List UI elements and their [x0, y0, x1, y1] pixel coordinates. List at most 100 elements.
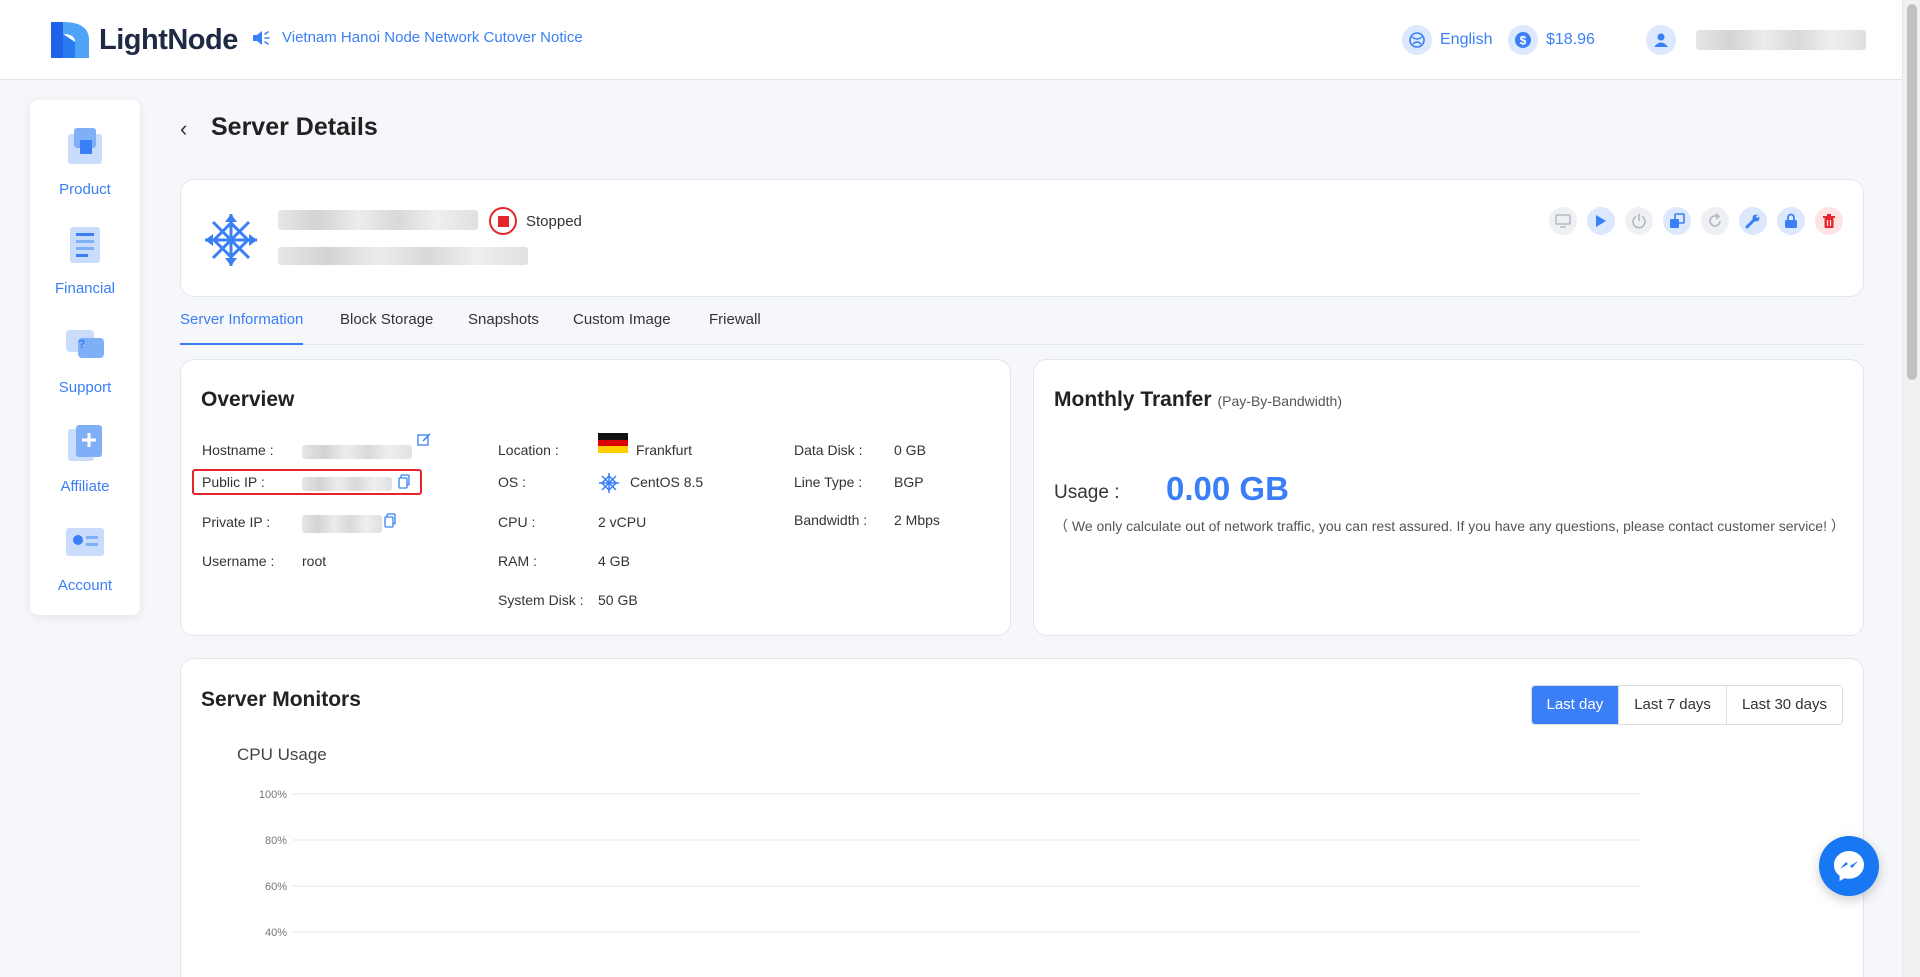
reboot-button[interactable]	[1701, 207, 1729, 235]
line-type-label: Line Type :	[794, 474, 863, 490]
sidebar-item-financial[interactable]: Financial	[30, 219, 140, 309]
system-disk-value: 50 GB	[598, 592, 638, 608]
line-type-value: BGP	[894, 474, 924, 490]
sidebar-item-label: Account	[57, 577, 113, 594]
usage-label: Usage :	[1054, 482, 1120, 503]
logo[interactable]: LightNode	[49, 20, 238, 60]
start-button[interactable]	[1587, 207, 1615, 235]
germany-flag-icon	[598, 433, 628, 453]
brand-name: LightNode	[99, 23, 238, 56]
range-last-7-days-button[interactable]: Last 7 days	[1618, 686, 1726, 724]
copy-icon[interactable]	[384, 513, 396, 528]
data-disk-label: Data Disk :	[794, 442, 863, 458]
shutdown-button[interactable]	[1625, 207, 1653, 235]
svg-text:?: ?	[78, 337, 85, 351]
page-scrollbar[interactable]	[1902, 0, 1920, 977]
edit-icon[interactable]	[417, 433, 431, 447]
top-bar: LightNode Vietnam Hanoi Node Network Cut…	[0, 0, 1902, 80]
balance-value: $18.96	[1546, 31, 1595, 48]
network-notice-link[interactable]: Vietnam Hanoi Node Network Cutover Notic…	[252, 29, 583, 46]
server-actions	[1539, 207, 1843, 235]
back-arrow-icon[interactable]: ‹	[180, 116, 187, 142]
username-redacted	[1696, 30, 1866, 50]
tab-firewall[interactable]: Friewall	[709, 309, 761, 345]
monthly-subtitle: (Pay-By-Bandwidth)	[1217, 393, 1343, 409]
language-label: English	[1440, 31, 1493, 48]
y-tick-label: 20%	[265, 973, 287, 974]
username-row: Username :	[202, 553, 274, 569]
messenger-chat-button[interactable]	[1819, 836, 1879, 896]
public-ip-redacted	[302, 477, 392, 491]
os-label: OS :	[498, 474, 527, 490]
sidebar-item-affiliate[interactable]: Affiliate	[30, 417, 140, 507]
stopped-icon	[489, 207, 517, 235]
y-tick-label: 80%	[265, 835, 287, 847]
monthly-transfer-card: Monthly Tranfer (Pay-By-Bandwidth) Usage …	[1033, 359, 1864, 636]
tab-block-storage[interactable]: Block Storage	[340, 309, 433, 345]
wrench-icon	[1745, 214, 1760, 229]
time-range-selector: Last day Last 7 days Last 30 days	[1530, 685, 1843, 725]
power-icon	[1632, 214, 1646, 229]
server-summary-card: Stopped	[180, 179, 1864, 297]
tab-server-information[interactable]: Server Information	[180, 309, 304, 345]
tab-snapshots[interactable]: Snapshots	[468, 309, 539, 345]
dollar-icon: $	[1508, 25, 1538, 55]
language-selector[interactable]: English	[1402, 24, 1492, 56]
usage-note: （ We only calculate out of network traff…	[1054, 518, 1845, 534]
ram-label: RAM :	[498, 553, 537, 569]
copy-icon[interactable]	[398, 474, 410, 489]
hostname-label: Hostname :	[202, 442, 274, 458]
financial-icon	[70, 227, 100, 263]
y-tick-label: 60%	[265, 881, 287, 893]
console-button[interactable]	[1549, 207, 1577, 235]
play-icon	[1596, 215, 1606, 227]
bandwidth-label: Bandwidth :	[794, 512, 868, 528]
support-icon: ?	[66, 330, 104, 358]
sidebar-item-label: Financial	[54, 280, 116, 297]
bandwidth-value: 2 Mbps	[894, 512, 940, 528]
status-label: Stopped	[526, 212, 582, 230]
megaphone-icon	[253, 30, 270, 45]
scrollbar-thumb[interactable]	[1907, 4, 1917, 380]
y-tick-label: 100%	[259, 789, 287, 801]
page-title: Server Details	[211, 113, 378, 141]
sidebar-item-support[interactable]: ? Support	[30, 318, 140, 408]
os-value: CentOS 8.5	[630, 474, 704, 490]
affiliate-icon	[68, 425, 102, 461]
sidebar-item-product[interactable]: Product	[30, 120, 140, 210]
server-name-redacted	[278, 210, 478, 230]
tab-custom-image[interactable]: Custom Image	[573, 309, 671, 345]
private-ip-row: Private IP :	[202, 514, 270, 530]
location-label: Location :	[498, 442, 559, 458]
product-icon	[68, 128, 102, 164]
reinstall-button[interactable]	[1739, 207, 1767, 235]
public-ip-label: Public IP :	[202, 474, 265, 490]
resize-button[interactable]	[1663, 207, 1691, 235]
sidebar-item-account[interactable]: Account	[30, 516, 140, 606]
lock-icon	[1785, 213, 1797, 228]
private-ip-label: Private IP :	[202, 514, 271, 530]
range-last-30-days-button[interactable]: Last 30 days	[1725, 686, 1842, 724]
delete-button[interactable]	[1815, 207, 1843, 235]
lightnode-logo-icon	[51, 22, 89, 58]
server-monitors-title: Server Monitors	[201, 688, 361, 711]
messenger-icon	[1834, 851, 1864, 881]
monthly-transfer-title: Monthly Tranfer (Pay-By-Bandwidth)	[1054, 388, 1342, 412]
monitor-icon	[1555, 214, 1571, 228]
system-disk-label: System Disk :	[498, 592, 584, 608]
server-monitors-card: Server Monitors Last day Last 7 days Las…	[180, 658, 1864, 977]
sidebar-item-label: Support	[58, 379, 112, 396]
user-menu[interactable]	[1646, 24, 1866, 56]
sidebar: Product Financial ? Support Affiliate Ac…	[30, 100, 140, 615]
range-last-day-button[interactable]: Last day	[1531, 686, 1619, 724]
svg-text:$: $	[1520, 34, 1527, 48]
overview-card: Overview Hostname : Public IP : Private …	[180, 359, 1011, 636]
globe-icon	[1402, 25, 1432, 55]
server-status: Stopped	[489, 207, 582, 235]
trash-icon	[1823, 214, 1835, 228]
hostname-redacted	[302, 445, 412, 459]
balance-link[interactable]: $ $18.96	[1508, 24, 1595, 56]
private-ip-redacted	[302, 515, 382, 533]
refresh-icon	[1709, 213, 1721, 227]
reset-password-button[interactable]	[1777, 207, 1805, 235]
